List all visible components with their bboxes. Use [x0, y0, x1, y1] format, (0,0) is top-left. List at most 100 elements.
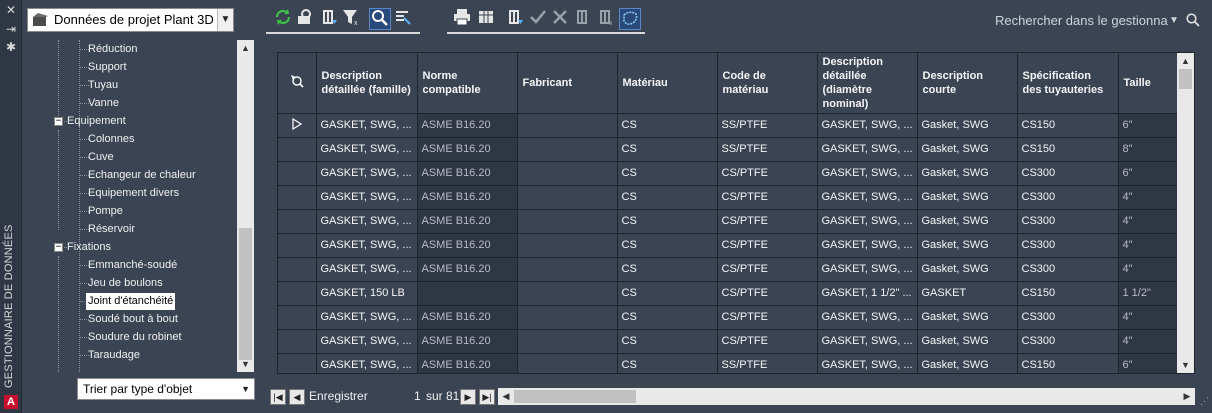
tree-item-emmanche-soude[interactable]: Emmanché-soudé	[88, 257, 177, 274]
table-cell[interactable]: GASKET, SWG, ...	[817, 353, 918, 373]
tree-vertical-scrollbar[interactable]: ▲ ▼	[237, 40, 254, 372]
column-header[interactable]: Description détaillée (famille)	[316, 53, 418, 114]
table-cell[interactable]: ASME B16.20	[417, 161, 518, 186]
table-cell[interactable]: ASME B16.20	[417, 257, 518, 282]
tree-item-taraudage[interactable]: Taraudage	[88, 347, 140, 364]
column-header[interactable]: Matériau	[617, 53, 718, 114]
scroll-thumb[interactable]	[239, 228, 252, 360]
table-cell[interactable]: CS300	[1017, 305, 1119, 330]
table-cell[interactable]: GASKET, 150 LB	[316, 281, 418, 306]
reject-icon[interactable]	[549, 8, 571, 30]
table-cell[interactable]: 4"	[1118, 305, 1179, 330]
row-header[interactable]	[278, 185, 317, 210]
collapse-icon[interactable]: −	[54, 117, 63, 126]
table-cell[interactable]	[517, 209, 618, 234]
table-cell[interactable]: GASKET, SWG, ...	[817, 185, 918, 210]
table-cell[interactable]: SS/PTFE	[717, 137, 818, 162]
row-header[interactable]	[278, 161, 317, 186]
tree-item-vanne[interactable]: Vanne	[88, 95, 119, 112]
first-record-icon[interactable]: |◀	[270, 389, 286, 405]
properties-icon[interactable]: ✱	[4, 40, 18, 54]
table-row[interactable]: GASKET, SWG, ... ASME B16.20 CS SS/PTFE GASK…	[278, 113, 1179, 138]
table-cell[interactable]: Gasket, SWG	[917, 185, 1018, 210]
row-header[interactable]	[278, 305, 317, 330]
column-header[interactable]: Code de matériau	[717, 53, 818, 114]
table-cell[interactable]: CS	[617, 305, 718, 330]
table-cell[interactable]: ASME B16.20	[417, 209, 518, 234]
grid-horizontal-scrollbar[interactable]: ◀ ▶	[498, 388, 1195, 405]
table-cell[interactable]	[517, 353, 618, 373]
row-header[interactable]	[278, 257, 317, 282]
scroll-thumb[interactable]	[514, 390, 636, 403]
table-cell[interactable]: CS/PTFE	[717, 233, 818, 258]
tree-item-soudure-du-robinet[interactable]: Soudure du robinet	[88, 329, 182, 346]
table-cell[interactable]: CS	[617, 209, 718, 234]
tree-item-joint-etancheite[interactable]: Joint d'étanchéité	[86, 293, 176, 310]
table-row[interactable]: GASKET, 150 LB CS CS/PTFE GASKET, 1 1/2" ..…	[278, 281, 1179, 306]
table-cell[interactable]: SS/PTFE	[717, 113, 818, 138]
row-header[interactable]	[278, 209, 317, 234]
table-row[interactable]: GASKET, SWG, ... ASME B16.20 CS CS/PTFE GASK…	[278, 161, 1179, 186]
scroll-down-icon[interactable]: ▼	[237, 356, 254, 372]
table-row[interactable]: GASKET, SWG, ... ASME B16.20 CS CS/PTFE GASK…	[278, 329, 1179, 354]
table-cell[interactable]: CS150	[1017, 113, 1119, 138]
table-cell[interactable]: Gasket, SWG	[917, 233, 1018, 258]
table-cell[interactable]: GASKET, SWG, ...	[817, 209, 918, 234]
table-cell[interactable]	[517, 305, 618, 330]
table-cell[interactable]: 4"	[1118, 209, 1179, 234]
table-cell[interactable]: CS	[617, 353, 718, 373]
find-icon[interactable]	[392, 8, 414, 30]
table-cell[interactable]: ASME B16.20	[417, 305, 518, 330]
table-cell[interactable]: CS300	[1017, 161, 1119, 186]
record-position[interactable]: 1	[414, 389, 421, 403]
reject-all-icon[interactable]: x	[595, 8, 617, 30]
table-cell[interactable]: CS300	[1017, 185, 1119, 210]
table-cell[interactable]: ASME B16.20	[417, 233, 518, 258]
scroll-down-icon[interactable]: ▼	[1177, 357, 1194, 373]
last-record-icon[interactable]: ▶|	[479, 389, 495, 405]
table-cell[interactable]: CS/PTFE	[717, 329, 818, 354]
search-input[interactable]: Rechercher dans le gestionna ▼	[994, 10, 1206, 32]
table-cell[interactable]: 4"	[1118, 233, 1179, 258]
table-cell[interactable]: CS300	[1017, 329, 1119, 354]
table-cell[interactable]: GASKET, SWG, ...	[817, 233, 918, 258]
table-cell[interactable]: CS	[617, 161, 718, 186]
accept-all-icon[interactable]	[572, 8, 594, 30]
table-cell[interactable]: GASKET, SWG, ...	[817, 329, 918, 354]
table-cell[interactable]	[517, 185, 618, 210]
tree-item-fixations[interactable]: Fixations	[67, 239, 111, 256]
table-cell[interactable]: Gasket, SWG	[917, 257, 1018, 282]
scroll-up-icon[interactable]: ▲	[237, 40, 254, 56]
chevron-down-icon[interactable]: ▼	[241, 379, 250, 399]
table-cell[interactable]: Gasket, SWG	[917, 161, 1018, 186]
table-row[interactable]: GASKET, SWG, ... ASME B16.20 CS CS/PTFE GASK…	[278, 233, 1179, 258]
table-cell[interactable]: ASME B16.20	[417, 185, 518, 210]
column-header[interactable]: Spécification des tuyauteries	[1017, 53, 1119, 114]
column-header[interactable]: Taille	[1118, 53, 1179, 114]
chevron-down-icon[interactable]: ▼	[1169, 10, 1179, 32]
zoom-to-icon[interactable]	[294, 8, 316, 30]
tree-item-equipement-divers[interactable]: Equipement divers	[88, 185, 179, 202]
autohide-icon[interactable]: ⇥	[4, 22, 18, 36]
table-cell[interactable]: GASKET	[917, 281, 1018, 306]
table-cell[interactable]: ASME B16.20	[417, 329, 518, 354]
table-cell[interactable]: ASME B16.20	[417, 137, 518, 162]
resize-grip-icon[interactable]: ⋰	[1200, 396, 1210, 406]
table-cell[interactable]: GASKET, SWG, ...	[316, 329, 418, 354]
scroll-left-icon[interactable]: ◀	[498, 388, 514, 405]
table-cell[interactable]: GASKET, SWG, ...	[316, 353, 418, 373]
table-cell[interactable]: GASKET, SWG, ...	[316, 257, 418, 282]
table-cell[interactable]: GASKET, SWG, ...	[316, 305, 418, 330]
import-icon[interactable]	[504, 8, 526, 30]
table-cell[interactable]: CS150	[1017, 281, 1119, 306]
table-cell[interactable]: GASKET, SWG, ...	[817, 305, 918, 330]
tree-item-pompe[interactable]: Pompe	[88, 203, 123, 220]
table-row[interactable]: GASKET, SWG, ... ASME B16.20 CS CS/PTFE GASK…	[278, 305, 1179, 330]
table-cell[interactable]: Gasket, SWG	[917, 113, 1018, 138]
table-cell[interactable]: 6"	[1118, 113, 1179, 138]
table-cell[interactable]: CS	[617, 329, 718, 354]
table-cell[interactable]: 1 1/2"	[1118, 281, 1179, 306]
table-cell[interactable]: GASKET, SWG, ...	[817, 137, 918, 162]
tree-item-colonnes[interactable]: Colonnes	[88, 131, 134, 148]
table-cell[interactable]: 6"	[1118, 161, 1179, 186]
